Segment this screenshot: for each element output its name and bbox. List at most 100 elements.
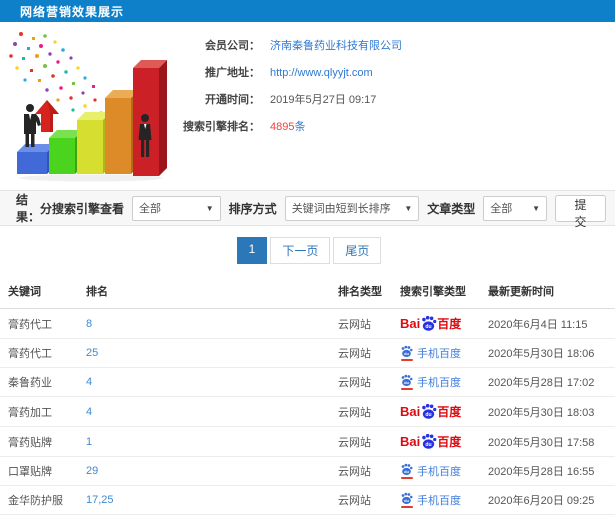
keyword-cell: 膏药代工 xyxy=(0,338,78,368)
page-title: 网络营销效果展示 xyxy=(20,4,125,19)
rank-cell[interactable]: 29 xyxy=(78,456,330,486)
info-field-value[interactable]: 济南秦鲁药业科技有限公司 xyxy=(270,40,402,52)
rank-type-cell: 云网站 xyxy=(330,456,392,486)
pagination-button[interactable]: 尾页 xyxy=(333,237,382,264)
engine-view-label: 分搜索引擎查看 xyxy=(40,201,125,216)
engine-type-cell: du 手机百度 xyxy=(392,514,480,520)
svg-text:du: du xyxy=(404,469,409,474)
chevron-down-icon: ▼ xyxy=(205,203,214,213)
rank-cell[interactable]: 10 xyxy=(78,514,330,520)
mobile-baidu-paw-icon: du xyxy=(400,463,413,479)
mobile-baidu-logo: du 手机百度 xyxy=(400,463,461,479)
results-section-label: 结果： xyxy=(16,193,41,224)
mobile-baidu-paw-icon: du xyxy=(400,374,413,390)
svg-text:du: du xyxy=(426,324,432,330)
engine-type-cell: du 手机百度 xyxy=(392,456,480,486)
confetti-dots xyxy=(9,32,111,122)
table-row: 福建防护服 10 云网站 du 手机百度 2020年6月4日 11:10 xyxy=(0,514,615,520)
info-field-label: 搜索引擎排名： xyxy=(183,121,260,133)
keyword-cell: 口罩贴牌 xyxy=(0,456,78,486)
info-field-row: 搜索引擎排名： 4895条 xyxy=(174,119,402,136)
baidu-logo: Bai du 百度 xyxy=(400,433,462,449)
baidu-paw-icon: du xyxy=(422,403,437,419)
mobile-baidu-label: 手机百度 xyxy=(417,466,461,478)
engine-type-cell: Bai du 百度 xyxy=(392,426,480,457)
column-header: 排名类型 xyxy=(330,274,392,309)
updated-time-cell: 2020年5月28日 17:02 xyxy=(480,367,615,397)
table-row: 膏药代工 8 云网站 Bai du 百度 2020年6月4日 11:15 xyxy=(0,308,615,339)
info-field-value-wrap: 济南秦鲁药业科技有限公司 xyxy=(270,38,402,55)
baidu-paw-icon: du xyxy=(422,433,437,449)
keyword-cell: 福建防护服 xyxy=(0,514,78,520)
rank-cell[interactable]: 4 xyxy=(78,367,330,397)
column-header: 搜索引擎类型 xyxy=(392,274,480,309)
rank-type-cell: 云网站 xyxy=(330,485,392,515)
sort-selected-value: 关键词由短到长排序 xyxy=(291,203,391,215)
results-filter-bar: 结果： 分搜索引擎查看 全部 ▼ 排序方式 关键词由短到长排序 ▼ 文章类型 全… xyxy=(0,190,615,229)
info-field-label: 开通时间： xyxy=(205,94,260,106)
info-field-label: 推广地址： xyxy=(205,67,260,79)
engine-type-cell: Bai du 百度 xyxy=(392,308,480,339)
table-row: 金华防护服 17,25 云网站 du 手机百度 2020年6月20日 09:25 xyxy=(0,485,615,515)
engine-type-cell: du 手机百度 xyxy=(392,367,480,397)
table-row: 口罩贴牌 29 云网站 du 手机百度 2020年5月28日 16:55 xyxy=(0,456,615,486)
updated-time-cell: 2020年6月4日 11:15 xyxy=(480,308,615,339)
info-field-row: 会员公司： 济南秦鲁药业科技有限公司 xyxy=(174,38,402,55)
rank-cell[interactable]: 25 xyxy=(78,338,330,368)
article-type-label: 文章类型 xyxy=(427,201,476,216)
info-field-row: 推广地址： http://www.qlyyjt.com xyxy=(174,65,402,82)
info-field-label: 会员公司： xyxy=(205,40,260,52)
article-type-selected-value: 全部 xyxy=(490,203,513,215)
summary-section: 会员公司： 济南秦鲁药业科技有限公司 推广地址： http://www.qlyy… xyxy=(0,22,615,190)
table-row: 秦鲁药业 4 云网站 du 手机百度 2020年5月28日 17:02 xyxy=(0,367,615,397)
rank-cell[interactable]: 8 xyxy=(78,308,330,339)
updated-time-cell: 2020年6月20日 09:25 xyxy=(480,485,615,515)
updated-time-cell: 2020年5月28日 16:55 xyxy=(480,456,615,486)
table-row: 膏药贴牌 1 云网站 Bai du 百度 2020年5月30日 17:58 xyxy=(0,426,615,457)
svg-text:du: du xyxy=(426,442,432,448)
chevron-down-icon: ▼ xyxy=(404,203,413,213)
rank-type-cell: 云网站 xyxy=(330,514,392,520)
engine-type-cell: du 手机百度 xyxy=(392,485,480,515)
pagination-button[interactable]: 1 xyxy=(236,237,268,264)
window-titlebar: 网络营销效果展示 xyxy=(0,0,615,22)
svg-text:du: du xyxy=(404,351,409,356)
info-field-value-wrap: 4895条 xyxy=(270,119,305,136)
column-header: 最新更新时间 xyxy=(480,274,615,309)
company-info-fields: 会员公司： 济南秦鲁药业科技有限公司 推广地址： http://www.qlyy… xyxy=(174,22,402,190)
svg-text:du: du xyxy=(426,412,432,418)
keyword-cell: 膏药贴牌 xyxy=(0,426,78,457)
article-type-select[interactable]: 全部 ▼ xyxy=(483,195,548,221)
updated-time-cell: 2020年5月30日 18:06 xyxy=(480,338,615,368)
keyword-cell: 金华防护服 xyxy=(0,485,78,515)
rank-cell[interactable]: 17,25 xyxy=(78,485,330,515)
info-field-value[interactable]: 2019年5月27日 09:17 xyxy=(270,94,376,106)
info-field-value-wrap: 2019年5月27日 09:17 xyxy=(270,92,376,109)
info-field-value[interactable]: http://www.qlyyjt.com xyxy=(270,67,373,79)
sort-label: 排序方式 xyxy=(228,201,277,216)
mobile-baidu-paw-icon: du xyxy=(400,492,413,508)
updated-time-cell: 2020年6月4日 11:10 xyxy=(480,514,615,520)
svg-text:du: du xyxy=(404,498,409,503)
engine-type-cell: du 手机百度 xyxy=(392,338,480,368)
pagination-button[interactable]: 下一页 xyxy=(270,237,331,264)
mobile-baidu-paw-icon: du xyxy=(400,345,413,361)
engine-view-select[interactable]: 全部 ▼ xyxy=(132,195,221,221)
column-header: 排名 xyxy=(78,274,330,309)
keyword-ranking-table: 关键词 排名 排名类型 搜索引擎类型 最新更新时间 膏药代工 8 云网站 Bai du … xyxy=(0,274,615,520)
rank-type-cell: 云网站 xyxy=(330,308,392,339)
info-field-value[interactable]: 4895 xyxy=(270,121,294,133)
table-header-row: 关键词 排名 排名类型 搜索引擎类型 最新更新时间 xyxy=(0,274,615,309)
table-row: 膏药代工 25 云网站 du 手机百度 2020年5月30日 18:06 xyxy=(0,338,615,368)
rank-cell[interactable]: 1 xyxy=(78,426,330,457)
bar-chart-growth-illustration xyxy=(2,28,174,186)
info-field-row: 开通时间： 2019年5月27日 09:17 xyxy=(174,92,402,109)
sort-select[interactable]: 关键词由短到长排序 ▼ xyxy=(284,195,420,221)
baidu-paw-icon: du xyxy=(422,315,437,331)
chevron-down-icon: ▼ xyxy=(532,203,541,213)
submit-button[interactable]: 提交 xyxy=(555,194,607,229)
baidu-logo: Bai du 百度 xyxy=(400,403,462,419)
rank-cell[interactable]: 4 xyxy=(78,396,330,427)
rank-type-cell: 云网站 xyxy=(330,367,392,397)
keyword-cell: 膏药代工 xyxy=(0,308,78,339)
